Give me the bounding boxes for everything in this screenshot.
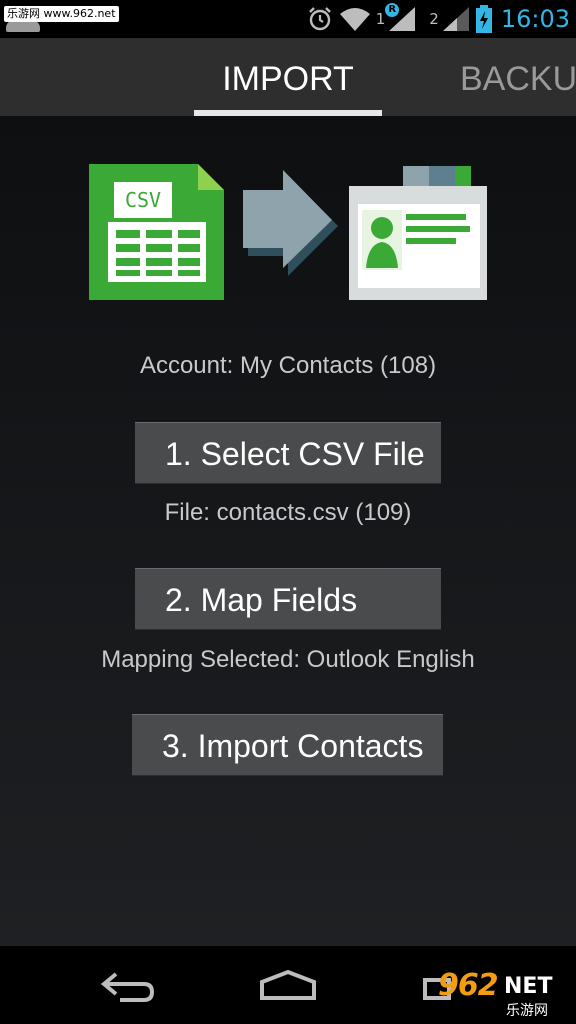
csv-label: CSV: [125, 188, 161, 212]
watermark-top: 乐游网 www.962.net: [4, 6, 119, 22]
hero-illustration: CSV: [88, 162, 488, 302]
back-icon[interactable]: [98, 966, 158, 1010]
watermark-cn: 乐游网: [506, 1003, 548, 1019]
import-contacts-button[interactable]: 3. Import Contacts: [132, 714, 443, 776]
arrow-right-icon: [243, 170, 338, 276]
signal-icon: R: [385, 3, 417, 33]
watermark-net: NET: [504, 974, 553, 999]
tab-import[interactable]: IMPORT: [194, 38, 382, 116]
status-icons: 1 R 2 16:03: [306, 0, 570, 38]
import-panel: CSV Account: My Contacts (108) 1. Select…: [0, 116, 576, 946]
account-label: Account: My Contacts (108): [139, 352, 437, 379]
screen: 乐游网 www.962.net 1 R 2 16:03 IMPORT BACKU…: [0, 0, 576, 1024]
sim1-label: 1: [375, 10, 386, 28]
tab-bar: IMPORT BACKU: [0, 38, 576, 116]
alarm-icon: [306, 5, 334, 33]
select-csv-file-button[interactable]: 1. Select CSV File: [135, 422, 441, 484]
map-fields-button[interactable]: 2. Map Fields: [135, 568, 441, 630]
tab-backup[interactable]: BACKU: [460, 38, 576, 116]
file-label: File: contacts.csv (109): [164, 499, 412, 526]
csv-file-icon: CSV: [89, 164, 224, 300]
home-icon[interactable]: [256, 966, 320, 1010]
watermark-number: 962: [438, 968, 499, 1003]
navigation-bar: 962 NET 乐游网: [0, 946, 576, 1024]
wifi-icon: [338, 5, 372, 33]
status-bar: 乐游网 www.962.net 1 R 2 16:03: [0, 0, 576, 38]
signal-icon: [441, 5, 471, 33]
watermark-bottom: 962 NET 乐游网: [434, 968, 570, 1019]
battery-charging-icon: [475, 4, 493, 34]
clock: 16:03: [500, 5, 570, 33]
sim2-label: 2: [429, 10, 439, 28]
mapping-label: Mapping Selected: Outlook English: [101, 646, 475, 673]
contact-card-icon: [349, 166, 487, 300]
